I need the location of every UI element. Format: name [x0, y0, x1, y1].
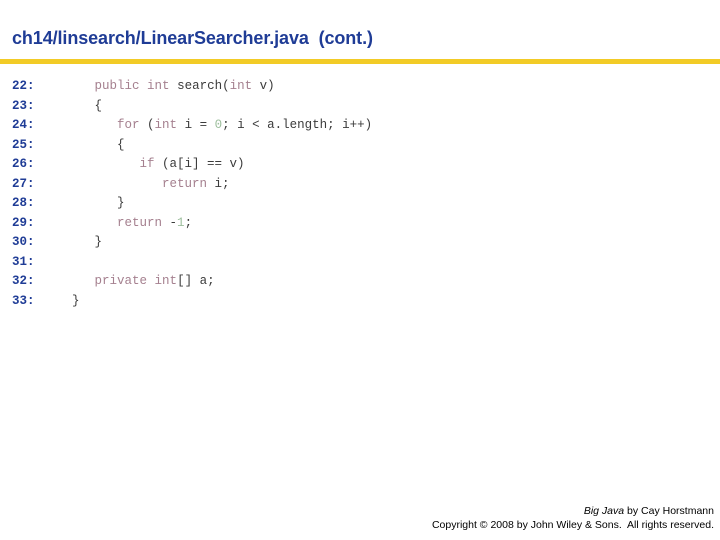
code-token-plain: search( — [169, 79, 230, 93]
code-token-kw: public — [94, 79, 140, 93]
code-line-number: 23: — [12, 98, 35, 113]
code-token-plain: (a[i] == v) — [154, 157, 245, 171]
code-line-number: 22: — [12, 79, 35, 93]
code-line-number: 24: — [12, 118, 35, 132]
code-token-kw: private — [94, 274, 148, 288]
code-token-plain: { — [72, 137, 125, 152]
code-line-number: 29: — [12, 215, 35, 230]
code-line-text: } — [72, 196, 125, 210]
code-token-kw: int — [147, 79, 170, 93]
footer-book-title: Big Java — [583, 505, 625, 517]
page-title: ch14/linsearch/LinearSearcher.java (cont… — [12, 28, 373, 48]
code-token-kw: int — [154, 118, 178, 132]
code-token-plain: [] a; — [177, 274, 215, 288]
footer: Big Java by Cay Horstmann Copyright © 20… — [432, 504, 714, 532]
code-line: 23: { — [12, 97, 372, 117]
title-underline-rule — [0, 59, 720, 64]
code-line-number: 28: — [12, 196, 35, 210]
code-token-kw: for — [117, 118, 140, 132]
code-line-text: } — [72, 235, 103, 249]
code-token-plain: } — [72, 235, 103, 249]
code-token-kw: return — [117, 215, 163, 230]
code-token-kw: int — [229, 79, 253, 93]
code-line: 27: return i; — [12, 175, 372, 195]
code-token-plain: i; — [207, 176, 230, 191]
code-line-number: 25: — [12, 137, 35, 152]
slide-canvas: ch14/linsearch/LinearSearcher.java (cont… — [0, 0, 720, 540]
code-token-plain: ( — [139, 118, 155, 132]
code-line-text: for (int i = 0; i < a.length; i++) — [72, 118, 372, 132]
code-line-text: } — [72, 294, 80, 308]
code-token-plain: ; — [184, 215, 193, 230]
code-line: 26: if (a[i] == v) — [12, 155, 372, 175]
code-token-plain: } — [72, 293, 80, 308]
code-line: 29: return -1; — [12, 214, 372, 234]
code-line: 32: private int[] a; — [12, 272, 372, 292]
code-token-kw: if — [139, 157, 155, 171]
code-line-number: 26: — [12, 157, 35, 171]
code-line: 22: public int search(int v) — [12, 77, 372, 97]
code-line-number: 32: — [12, 274, 35, 288]
code-line-number: 27: — [12, 176, 35, 191]
code-token-kw: int — [154, 274, 178, 288]
code-line: 28: } — [12, 194, 372, 214]
code-line-text: return -1; — [72, 216, 192, 230]
code-line: 24: for (int i = 0; i < a.length; i++) — [12, 116, 372, 136]
code-token-kw: return — [162, 176, 208, 191]
code-token-plain: v) — [252, 79, 275, 93]
code-line-number: 30: — [12, 235, 35, 249]
code-line-text: if (a[i] == v) — [72, 157, 245, 171]
code-token-num: 1 — [177, 215, 185, 230]
footer-author: by Cay Horstmann — [624, 505, 714, 517]
code-line: 30: } — [12, 233, 372, 253]
code-line-text: return i; — [72, 177, 230, 191]
footer-copyright: Copyright © 2008 by John Wiley & Sons. A… — [431, 519, 714, 531]
code-line-number: 31: — [12, 254, 35, 269]
code-line-text: { — [72, 98, 103, 113]
code-line-text: { — [72, 138, 125, 152]
code-token-plain: - — [162, 215, 178, 230]
code-token-plain: i = — [177, 118, 215, 132]
footer-attribution-line: Big Java by Cay Horstmann — [432, 504, 714, 518]
code-token-plain: ; i < a.length; i++) — [222, 118, 373, 132]
code-listing: 22: public int search(int v) 23: {24: for… — [12, 77, 372, 311]
code-token-plain: } — [72, 196, 125, 210]
code-token-plain: { — [72, 98, 103, 113]
code-line: 33:} — [12, 292, 372, 312]
code-line-text: private int[] a; — [72, 274, 215, 288]
code-line-text: public int search(int v) — [72, 79, 275, 93]
code-line-number: 33: — [12, 293, 35, 308]
code-line: 31: — [12, 253, 372, 273]
code-token-num: 0 — [214, 118, 223, 132]
code-line: 25: { — [12, 136, 372, 156]
